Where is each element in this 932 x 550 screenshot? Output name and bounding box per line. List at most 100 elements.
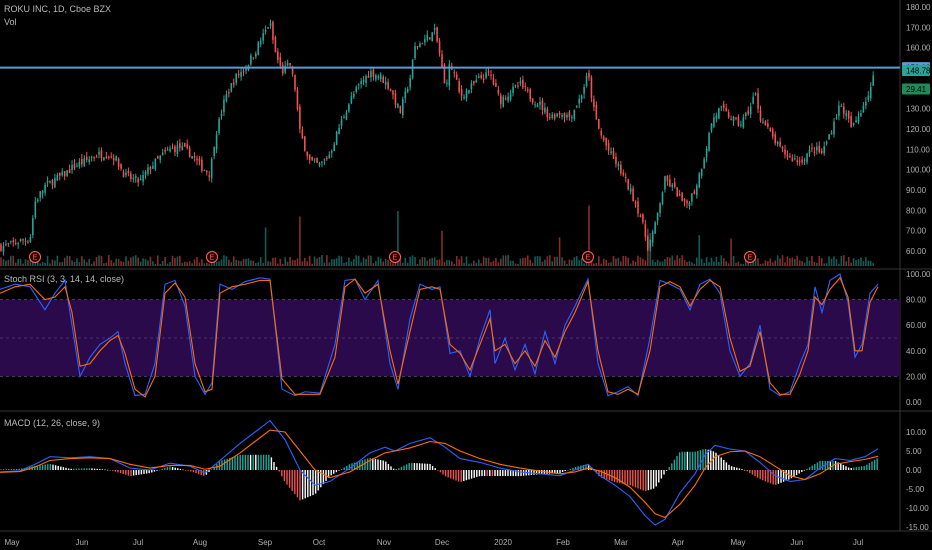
volume-bar: [639, 257, 642, 266]
macd-histogram-bar: [400, 466, 403, 470]
candle-body: [632, 188, 634, 202]
macd-histogram-bar: [811, 465, 813, 470]
candle-body: [169, 148, 171, 152]
macd-histogram-bar: [871, 461, 873, 470]
volume-bar: [321, 255, 323, 266]
candle-body: [397, 104, 399, 108]
candle-body: [468, 90, 470, 93]
volume-bar: [735, 262, 737, 266]
candle-body: [561, 115, 563, 118]
stoch-rsi-legend[interactable]: Stoch RSI (3, 3, 14, 14, close): [4, 274, 124, 284]
macd-histogram-bar: [192, 470, 195, 473]
macd-histogram-bar: [171, 466, 174, 470]
candle-body: [424, 39, 426, 43]
candle-body: [252, 57, 255, 59]
stoch-rsi-pane[interactable]: [0, 273, 900, 398]
macd-histogram-bar: [785, 470, 787, 481]
macd-histogram-bar: [678, 452, 681, 470]
time-axis[interactable]: May Jun Jul Aug Sep Oct Nov Dec 2020 Feb Mar Apr May…: [4, 538, 863, 547]
candle-body: [715, 115, 718, 120]
volume-bar: [497, 262, 500, 266]
candle-body: [232, 82, 235, 85]
macd-histogram-bar: [286, 470, 288, 485]
candle-body: [872, 75, 874, 86]
candle-body: [475, 79, 478, 83]
stoch-tick-label: 40.00: [906, 347, 927, 356]
stoch-tick-label: 80.00: [906, 296, 927, 305]
candle-body: [41, 190, 44, 194]
volume-bar: [727, 263, 730, 266]
candle-body: [563, 113, 566, 118]
volume-bar: [495, 257, 497, 266]
macd-histogram-bar: [122, 470, 124, 475]
candle-body: [580, 95, 583, 100]
candle-body: [181, 145, 184, 150]
candle-body: [174, 146, 176, 152]
volume-bar: [813, 262, 816, 266]
candle-body: [789, 155, 791, 157]
macd-histogram-bar: [676, 456, 678, 470]
price-axis[interactable]: 180.00170.00160.00150.00140.00130.00120.…: [902, 3, 931, 532]
macd-histogram-bar: [564, 470, 566, 471]
volume-legend[interactable]: Vol: [4, 17, 17, 27]
volume-bar: [225, 256, 228, 266]
candle-body: [345, 112, 348, 120]
candle-body: [201, 159, 203, 171]
volume-bar: [767, 261, 769, 266]
volume-bar: [169, 261, 171, 266]
volume-tag: 29.41: [906, 85, 927, 94]
volume-bar: [436, 259, 438, 266]
volume-bar: [392, 263, 394, 266]
volume-bar: [580, 258, 583, 266]
candle-body: [409, 78, 411, 88]
macd-histogram-bar: [775, 470, 777, 485]
volume-bar: [49, 263, 51, 266]
macd-pane[interactable]: [0, 419, 879, 526]
volume-bar: [338, 255, 340, 266]
trading-chart[interactable]: EEEEE 180.00170.00160.00150.00140.00130.…: [0, 0, 932, 550]
candle-body: [304, 136, 306, 151]
symbol-legend[interactable]: ROKU INC, 1D, Cboe BZX: [4, 4, 111, 14]
candle-body: [240, 71, 242, 77]
candle-body: [330, 150, 333, 153]
macd-histogram-bar: [478, 470, 481, 477]
macd-histogram-bar: [720, 457, 722, 470]
volume-bar: [477, 259, 480, 266]
macd-legend[interactable]: MACD (12, 26, close, 9): [4, 418, 100, 428]
volume-bar: [421, 257, 424, 266]
macd-histogram-bar: [762, 470, 764, 481]
volume-bar: [595, 262, 598, 266]
volume-bar: [230, 262, 233, 266]
macd-histogram-bar: [507, 470, 509, 477]
macd-histogram-bar: [184, 470, 187, 471]
volume-bar: [806, 257, 808, 266]
macd-histogram-bar: [93, 468, 96, 470]
candle-body: [784, 149, 786, 155]
candle-body: [774, 134, 776, 144]
volume-bar: [571, 260, 573, 266]
candle-body: [10, 241, 12, 243]
macd-histogram-bar: [86, 468, 88, 470]
price-tick-label: 180.00: [906, 3, 931, 12]
candle-body: [438, 41, 441, 54]
candle-body: [549, 117, 551, 119]
candle-body: [477, 76, 480, 78]
volume-bar: [673, 260, 676, 266]
volume-bar: [186, 262, 188, 266]
macd-histogram-bar: [65, 467, 67, 470]
macd-histogram-bar: [751, 470, 754, 475]
candle-body: [362, 80, 365, 82]
candle-body: [281, 64, 284, 74]
volume-bar: [676, 255, 678, 266]
volume-bar: [463, 262, 465, 266]
candle-body: [779, 141, 781, 147]
macd-histogram-bar: [260, 454, 262, 470]
volume-bar: [568, 259, 571, 266]
candle-body: [828, 134, 830, 140]
price-pane[interactable]: EEEEE: [0, 0, 932, 532]
volume-bar: [245, 258, 247, 266]
candle-body: [326, 158, 328, 160]
volume-bar: [485, 257, 487, 266]
macd-histogram-bar: [270, 457, 273, 470]
candle-body: [365, 75, 367, 84]
